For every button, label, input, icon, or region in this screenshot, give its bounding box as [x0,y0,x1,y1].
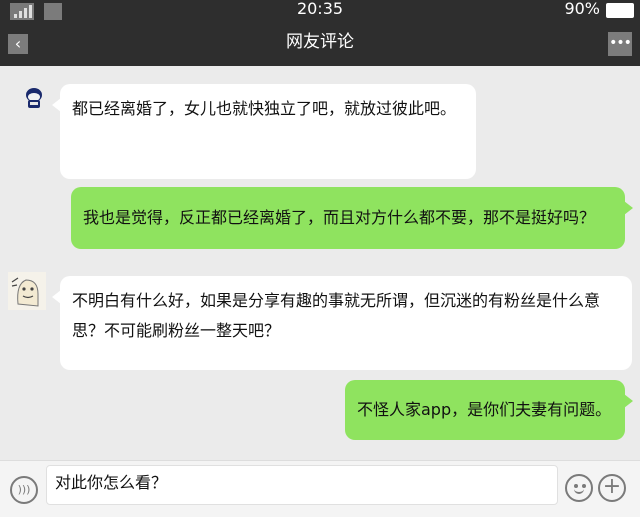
plus-icon: + [602,474,622,499]
battery-icon [606,3,634,18]
message-bubble[interactable]: 我也是觉得，反正都已经离婚了，而且对方什么都不要，那不是挺好吗？ [71,187,633,249]
emoji-button[interactable] [565,474,593,502]
battery-percent: 90% [564,0,600,18]
message-input[interactable]: 对此你怎么看？ [46,465,558,505]
user-avatar-icon [16,82,54,120]
voice-icon: ))) [17,483,31,496]
avatar[interactable] [16,82,54,120]
title-bar: ‹ 网友评论 ••• [0,22,640,66]
input-bar: ))) 对此你怎么看？ + [0,460,640,517]
status-bar: 20:35 90% [0,0,640,22]
more-icon: ••• [609,35,632,51]
voice-button[interactable]: ))) [10,476,38,504]
user-avatar-icon [8,272,46,310]
message-bubble[interactable]: 不明白有什么好，如果是分享有趣的事就无所谓，但沉迷的有粉丝是什么意思？不可能刷粉… [52,276,632,370]
page-title: 网友评论 [286,32,354,52]
message-bubble[interactable]: 都已经离婚了，女儿也就快独立了吧，就放过彼此吧。 [52,84,476,179]
more-button[interactable]: ••• [608,32,632,56]
message-bubble[interactable]: 不怪人家app，是你们夫妻有问题。 [345,380,633,440]
avatar[interactable] [8,272,46,310]
status-time: 20:35 [296,0,344,18]
add-button[interactable]: + [598,474,626,502]
